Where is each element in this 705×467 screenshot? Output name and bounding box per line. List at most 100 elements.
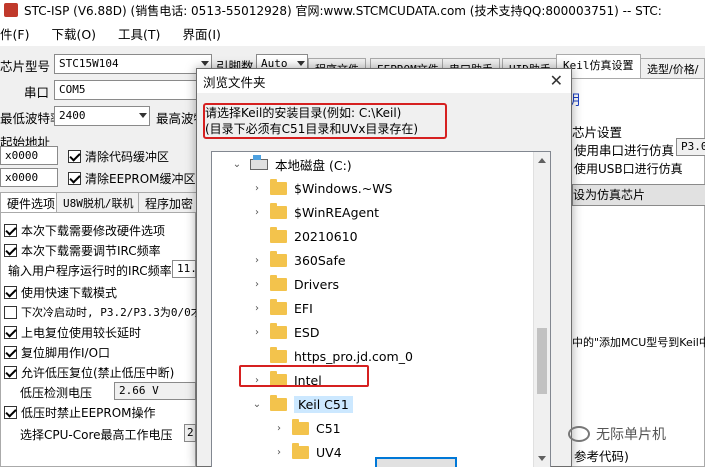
folder-icon bbox=[270, 202, 287, 219]
folder-icon bbox=[292, 442, 309, 459]
window-title: STC-ISP (V6.88D) (销售电话: 0513-55012928) 官… bbox=[24, 3, 662, 18]
usb-sim-label: 使用USB口进行仿真 bbox=[574, 162, 683, 176]
tab-encryption[interactable]: 程序加密 bbox=[138, 192, 201, 212]
option-long-reset-delay[interactable]: 上电复位使用较长延时 bbox=[4, 324, 141, 341]
checkbox-box bbox=[4, 224, 17, 237]
menu-download[interactable]: 下载(O) bbox=[51, 24, 96, 43]
folder-icon bbox=[270, 274, 287, 291]
option-fast-download[interactable]: 使用快速下载模式 bbox=[4, 284, 117, 301]
tree-folder[interactable]: › $WinREAgent bbox=[250, 200, 379, 224]
dialog-title: 浏览文件夹 bbox=[203, 74, 266, 90]
chip-model-select[interactable]: STC15W104 bbox=[54, 54, 212, 74]
chip-setting-label: 芯片设置 bbox=[572, 125, 623, 140]
tree-folder-selected[interactable]: ⌄ Keil C51 bbox=[250, 392, 353, 416]
chevron-right-icon[interactable]: › bbox=[250, 279, 264, 290]
checkbox-box bbox=[4, 366, 17, 379]
tree-folder[interactable]: › 360Safe bbox=[250, 248, 346, 272]
app-icon bbox=[4, 3, 18, 17]
cpu-voltage-label: 选择CPU-Core最高工作电压 bbox=[20, 428, 173, 442]
reference-code: 参考代码) bbox=[574, 449, 629, 464]
keil-note: 中的"添加MCU型号到Keil中 bbox=[572, 336, 705, 349]
folder-icon bbox=[270, 346, 287, 363]
serial-port-label: 串口 bbox=[24, 85, 50, 100]
serial-sim-port[interactable]: P3.0 bbox=[676, 138, 705, 156]
tree-folder[interactable]: › $Windows.~WS bbox=[250, 176, 393, 200]
tab-u8w[interactable]: U8W脱机/联机 bbox=[56, 192, 141, 212]
checkbox-box bbox=[4, 244, 17, 257]
start-address-2[interactable]: x0000 bbox=[0, 168, 58, 187]
browse-folder-dialog: 浏览文件夹 ✕ 请选择Keil的安装目录(例如: C:\Keil) (目录下必须… bbox=[196, 68, 572, 467]
tree-folder[interactable]: › UV4 bbox=[272, 440, 342, 464]
scroll-up-icon[interactable] bbox=[538, 158, 546, 163]
irc-label: 输入用户程序运行时的IRC频率 bbox=[8, 264, 172, 278]
chevron-right-icon[interactable]: › bbox=[272, 423, 286, 434]
chevron-right-icon[interactable]: › bbox=[250, 255, 264, 266]
option-low-voltage-reset[interactable]: 允许低压复位(禁止低压中断) bbox=[4, 364, 174, 381]
chevron-right-icon[interactable]: › bbox=[272, 447, 286, 458]
hint-highlight bbox=[203, 103, 447, 139]
set-sim-chip-button[interactable]: 设为仿真芯片 bbox=[572, 184, 705, 206]
tree-folder[interactable]: 20210610 bbox=[250, 224, 358, 248]
folder-icon bbox=[270, 250, 287, 267]
chevron-down-icon[interactable]: ⌄ bbox=[230, 159, 244, 170]
checkbox-box bbox=[68, 150, 81, 163]
checkbox-box bbox=[4, 305, 17, 319]
menu-file[interactable]: 件(F) bbox=[0, 24, 29, 43]
scroll-thumb[interactable] bbox=[537, 328, 547, 394]
clear-code-checkbox[interactable]: 清除代码缓冲区 bbox=[68, 148, 169, 165]
chevron-down-icon bbox=[139, 113, 147, 118]
chevron-right-icon[interactable]: › bbox=[250, 207, 264, 218]
close-icon[interactable]: ✕ bbox=[550, 71, 563, 90]
tab-selection-price[interactable]: 选型/价格/ bbox=[640, 58, 705, 78]
chevron-right-icon[interactable]: › bbox=[250, 303, 264, 314]
option-modify-hw[interactable]: 本次下载需要修改硬件选项 bbox=[4, 222, 165, 239]
chevron-down-icon bbox=[297, 61, 305, 66]
serial-port-select[interactable]: COM5 bbox=[54, 80, 212, 100]
tree-root-drive[interactable]: ⌄ 本地磁盘 (C:) bbox=[230, 152, 352, 176]
folder-icon bbox=[270, 298, 287, 315]
start-address-1[interactable]: x0000 bbox=[0, 146, 58, 165]
ok-button[interactable] bbox=[375, 457, 457, 467]
folder-icon bbox=[270, 394, 287, 411]
tree-folder[interactable]: › C51 bbox=[272, 416, 341, 440]
tree-folder[interactable]: › Drivers bbox=[250, 272, 339, 296]
cpu-voltage-select[interactable]: 2. bbox=[184, 424, 196, 442]
dialog-title-bar: 浏览文件夹 ✕ bbox=[197, 69, 571, 93]
low-voltage-label: 低压检测电压 bbox=[20, 386, 93, 400]
wechat-icon bbox=[568, 426, 590, 442]
chevron-down-icon bbox=[201, 61, 209, 66]
drive-icon bbox=[250, 154, 268, 170]
option-lv-disable-eeprom[interactable]: 低压时禁止EEPROM操作 bbox=[4, 404, 156, 421]
checkbox-box bbox=[4, 286, 17, 299]
menu-tools[interactable]: 工具(T) bbox=[118, 24, 160, 43]
low-voltage-select[interactable]: 2.66 V bbox=[114, 382, 196, 400]
tree-folder[interactable]: › EFI bbox=[250, 296, 313, 320]
title-bar: STC-ISP (V6.88D) (销售电话: 0513-55012928) 官… bbox=[0, 0, 705, 20]
option-reset-pin-io[interactable]: 复位脚用作I/O口 bbox=[4, 344, 110, 361]
folder-icon bbox=[270, 178, 287, 195]
menu-interface[interactable]: 界面(I) bbox=[182, 24, 220, 43]
tab-hardware-options[interactable]: 硬件选项 bbox=[0, 192, 63, 212]
tree-folder[interactable]: › ESD bbox=[250, 320, 319, 344]
chevron-right-icon[interactable]: › bbox=[250, 327, 264, 338]
option-adjust-irc[interactable]: 本次下载需要调节IRC频率 bbox=[4, 242, 161, 259]
chip-model-label: 芯片型号 bbox=[0, 59, 51, 74]
serial-sim-label: 使用串口进行仿真 bbox=[574, 143, 675, 158]
clear-eeprom-checkbox[interactable]: 清除EEPROM缓冲区 bbox=[68, 170, 196, 187]
folder-tree[interactable]: ⌄ 本地磁盘 (C:) › $Windows.~WS › $WinREAgent 2… bbox=[211, 151, 551, 467]
checkbox-box bbox=[4, 346, 17, 359]
watermark: 无际单片机 bbox=[568, 424, 666, 444]
min-baud-select[interactable]: 2400 bbox=[54, 106, 150, 126]
checkbox-box bbox=[4, 406, 17, 419]
folder-icon bbox=[292, 418, 309, 435]
tree-scrollbar[interactable] bbox=[533, 152, 550, 467]
checkbox-box bbox=[4, 326, 17, 339]
chevron-right-icon[interactable]: › bbox=[250, 183, 264, 194]
option-cold-start[interactable]: 下次冷启动时, P3.2/P3.3为0/0才 bbox=[4, 304, 202, 320]
irc-input[interactable]: 11.0 bbox=[172, 260, 196, 278]
checkbox-box bbox=[68, 172, 81, 185]
folder-icon bbox=[270, 322, 287, 339]
scroll-down-icon[interactable] bbox=[538, 456, 546, 461]
selection-highlight bbox=[239, 365, 369, 387]
chevron-down-icon[interactable]: ⌄ bbox=[250, 399, 264, 410]
